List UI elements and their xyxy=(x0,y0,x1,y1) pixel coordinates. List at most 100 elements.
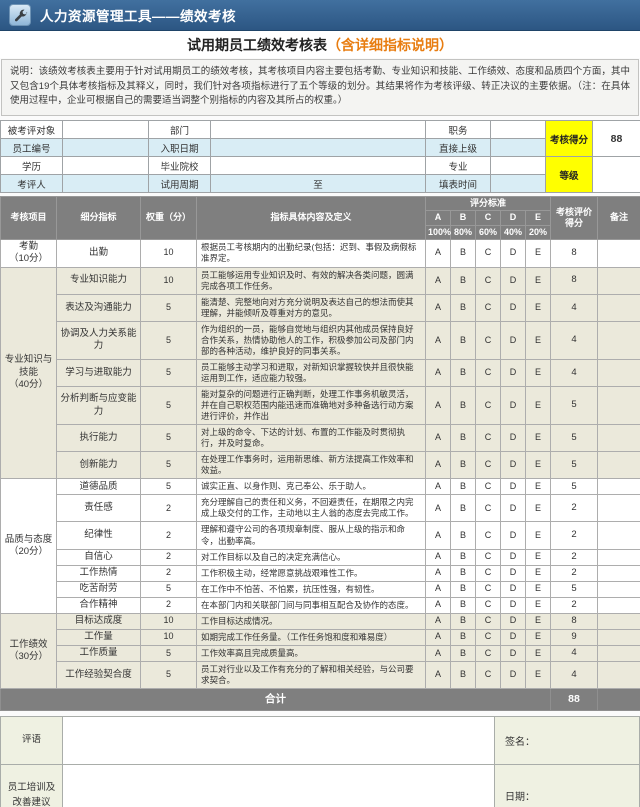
remark-cell[interactable] xyxy=(598,549,640,565)
input-fill-date[interactable] xyxy=(491,175,546,193)
evaluation-score[interactable]: 5 xyxy=(551,581,598,597)
remark-cell[interactable] xyxy=(598,661,640,688)
remark-cell[interactable] xyxy=(598,479,640,495)
grade-value[interactable] xyxy=(593,157,640,193)
grade-option-cell: B xyxy=(451,479,476,495)
grade-option-cell: A xyxy=(426,267,451,294)
grade-option-cell: D xyxy=(501,565,526,581)
remark-cell[interactable] xyxy=(598,359,640,386)
grade-option-cell: B xyxy=(451,645,476,661)
grade-option-cell: A xyxy=(426,452,451,479)
input-supervisor[interactable] xyxy=(491,139,546,157)
indicator-description: 工作积极主动，经常愿意挑战艰难性工作。 xyxy=(197,565,426,581)
grade-option-cell: B xyxy=(451,425,476,452)
assessment-table-body: 考勤（10分）出勤10根据员工考核期内的出勤纪录(包括：迟到、事假及病假标准界定… xyxy=(1,239,640,688)
grade-option-cell: A xyxy=(426,387,451,425)
grade-option-cell: A xyxy=(426,239,451,267)
indicator-row: 责任感2充分理解自己的责任和义务，不回避责任，在期限之内完成上级交付的工作，主动… xyxy=(1,495,640,522)
remark-cell[interactable] xyxy=(598,495,640,522)
evaluation-score[interactable]: 8 xyxy=(551,239,598,267)
grade-option-cell: C xyxy=(476,321,501,359)
remark-cell[interactable] xyxy=(598,294,640,321)
label-probation-period: 试用周期 xyxy=(149,175,211,193)
input-school[interactable] xyxy=(211,157,426,175)
remark-cell[interactable] xyxy=(598,629,640,645)
evaluation-score[interactable]: 8 xyxy=(551,267,598,294)
col-header-standard: 评分标准 xyxy=(426,197,551,211)
evaluation-score[interactable]: 2 xyxy=(551,549,598,565)
grade-option-cell: A xyxy=(426,294,451,321)
evaluation-score[interactable]: 2 xyxy=(551,495,598,522)
evaluation-score[interactable]: 8 xyxy=(551,613,598,629)
grade-option-cell: E xyxy=(526,581,551,597)
evaluation-score[interactable]: 5 xyxy=(551,387,598,425)
grade-option-cell: B xyxy=(451,522,476,549)
indicator-weight: 5 xyxy=(141,452,197,479)
evaluation-score[interactable]: 4 xyxy=(551,359,598,386)
grade-option-cell: D xyxy=(501,387,526,425)
grade-option-cell: A xyxy=(426,321,451,359)
remark-cell[interactable] xyxy=(598,522,640,549)
evaluation-score[interactable]: 5 xyxy=(551,479,598,495)
indicator-row: 表达及沟通能力5能清楚、完整地向对方充分说明及表达自己的想法而使其理解，并能倾听… xyxy=(1,294,640,321)
label-position: 职务 xyxy=(426,121,491,139)
evaluation-score[interactable]: 4 xyxy=(551,294,598,321)
input-employee-id[interactable] xyxy=(63,139,149,157)
evaluation-score[interactable]: 4 xyxy=(551,661,598,688)
remark-cell[interactable] xyxy=(598,321,640,359)
input-hire-date[interactable] xyxy=(211,139,426,157)
grade-option-cell: C xyxy=(476,522,501,549)
grade-option-cell: E xyxy=(526,549,551,565)
indicator-weight: 10 xyxy=(141,239,197,267)
grade-option-cell: B xyxy=(451,359,476,386)
evaluation-score[interactable]: 9 xyxy=(551,629,598,645)
input-assessee[interactable] xyxy=(63,121,149,139)
evaluation-score[interactable]: 4 xyxy=(551,645,598,661)
input-education[interactable] xyxy=(63,157,149,175)
comment-label: 评语 xyxy=(1,717,63,765)
remark-cell[interactable] xyxy=(598,613,640,629)
remark-cell[interactable] xyxy=(598,425,640,452)
input-position[interactable] xyxy=(491,121,546,139)
grade-option-cell: B xyxy=(451,613,476,629)
grade-option-cell: B xyxy=(451,597,476,613)
comment-input[interactable] xyxy=(63,717,495,765)
remark-cell[interactable] xyxy=(598,581,640,597)
indicator-description: 员工能够运用专业知识及时、有效的解决各类问题，圆满完成各项工作任务。 xyxy=(197,267,426,294)
indicator-description: 工作目标达成情况。 xyxy=(197,613,426,629)
evaluation-score[interactable]: 2 xyxy=(551,522,598,549)
grade-option-cell: C xyxy=(476,565,501,581)
grade-option-cell: B xyxy=(451,387,476,425)
input-assessor[interactable] xyxy=(63,175,149,193)
grade-option-cell: A xyxy=(426,359,451,386)
training-suggestion-input[interactable] xyxy=(63,765,495,807)
remark-cell[interactable] xyxy=(598,239,640,267)
input-probation-period[interactable]: 至 xyxy=(211,175,426,193)
evaluation-score[interactable]: 4 xyxy=(551,321,598,359)
app-title: 人力资源管理工具——绩效考核 xyxy=(40,5,236,25)
remark-cell[interactable] xyxy=(598,452,640,479)
evaluation-score[interactable]: 2 xyxy=(551,597,598,613)
indicator-name: 责任感 xyxy=(57,495,141,522)
remark-cell[interactable] xyxy=(598,565,640,581)
indicator-weight: 5 xyxy=(141,321,197,359)
remark-cell[interactable] xyxy=(598,387,640,425)
grade-option-cell: E xyxy=(526,387,551,425)
category-cell: 品质与态度（20分） xyxy=(1,479,57,613)
grade-option-cell: C xyxy=(476,425,501,452)
remark-cell[interactable] xyxy=(598,267,640,294)
grade-letter-header: B xyxy=(451,211,476,225)
grade-option-cell: C xyxy=(476,495,501,522)
page-title-main: 试用期员工绩效考核表 xyxy=(187,35,327,55)
grade-percent-header: 100% xyxy=(426,225,451,239)
grade-option-cell: B xyxy=(451,267,476,294)
input-major[interactable] xyxy=(491,157,546,175)
grade-option-cell: D xyxy=(501,359,526,386)
evaluation-score[interactable]: 5 xyxy=(551,425,598,452)
indicator-name: 专业知识能力 xyxy=(57,267,141,294)
evaluation-score[interactable]: 2 xyxy=(551,565,598,581)
remark-cell[interactable] xyxy=(598,645,640,661)
input-department[interactable] xyxy=(211,121,426,139)
evaluation-score[interactable]: 5 xyxy=(551,452,598,479)
remark-cell[interactable] xyxy=(598,597,640,613)
